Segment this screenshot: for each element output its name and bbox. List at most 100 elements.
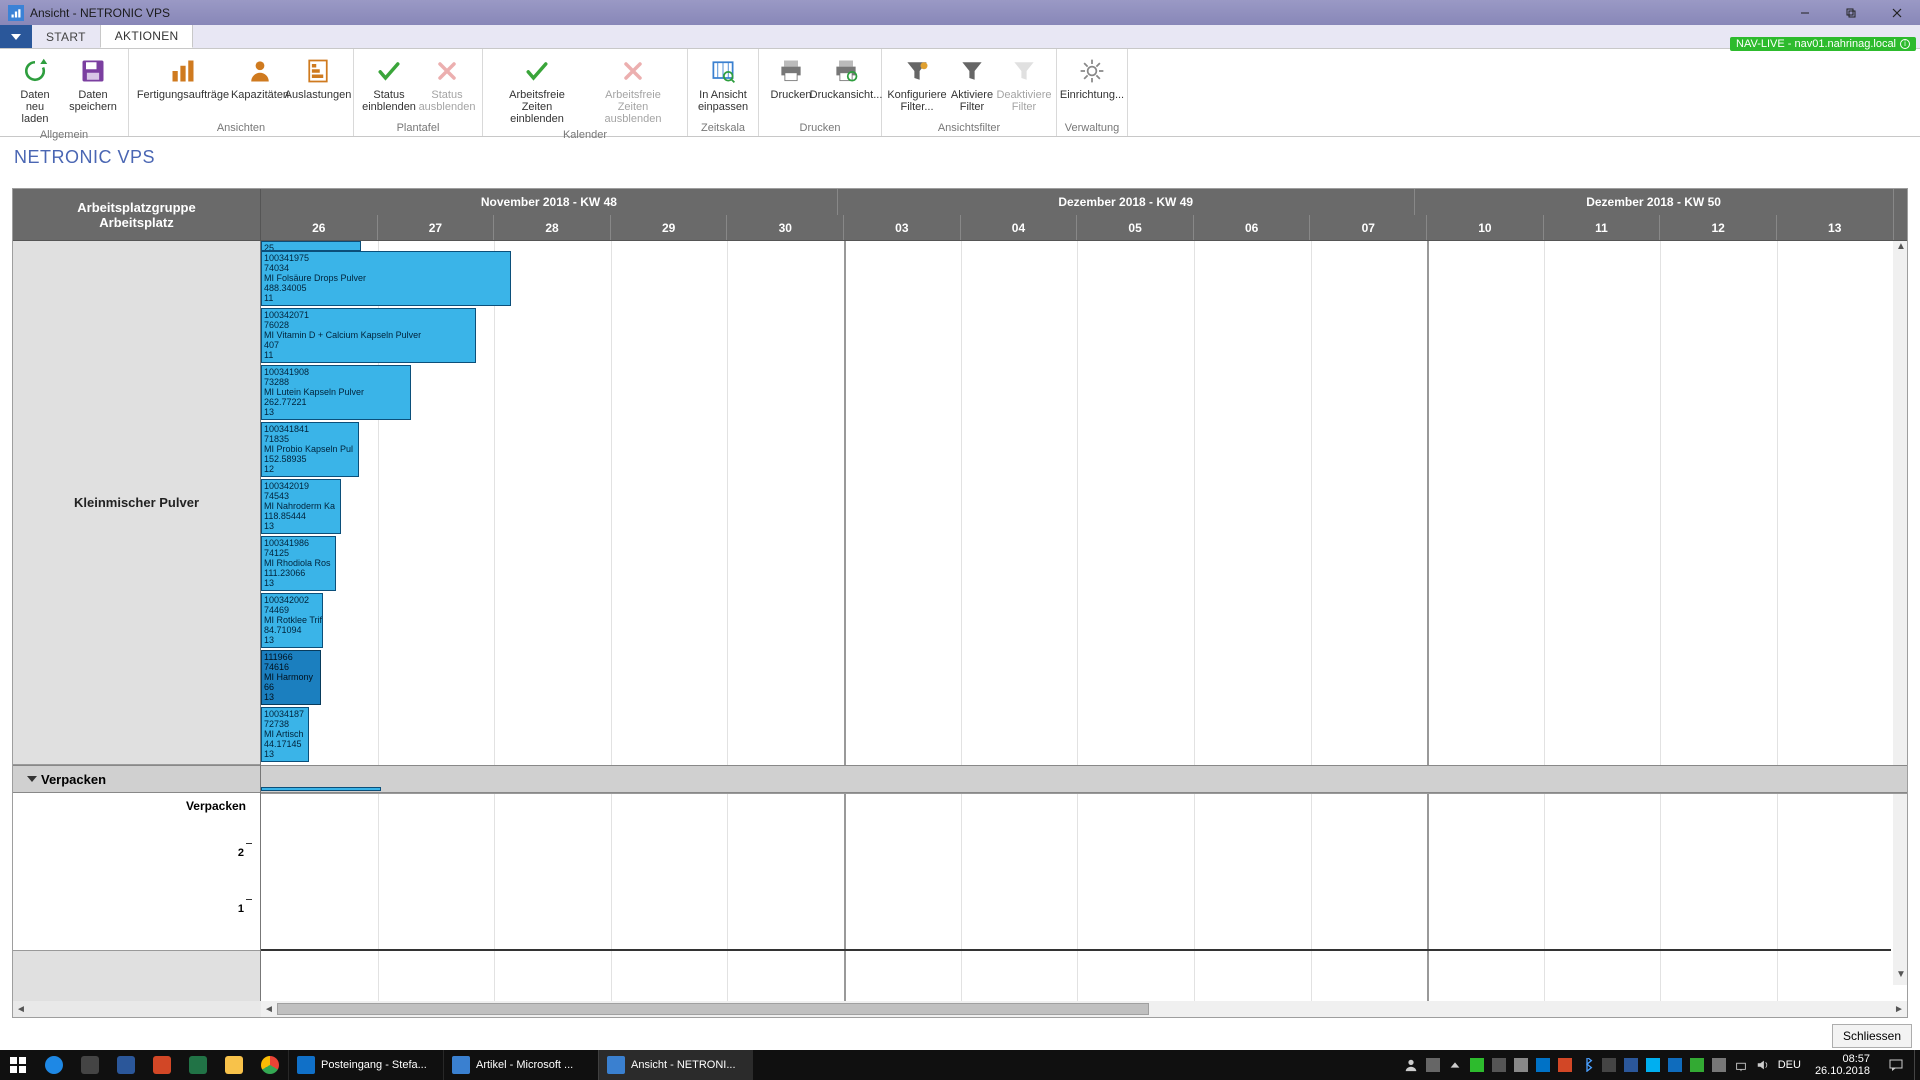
- left-scroll-area[interactable]: ◄: [13, 1001, 261, 1017]
- resource-row-kleinmischer[interactable]: Kleinmischer Pulver: [13, 241, 260, 765]
- gantt-task[interactable]: 10034197574034MI Folsäure Drops Pulver48…: [261, 251, 511, 306]
- gantt-board: Arbeitsplatzgruppe Arbeitsplatz November…: [12, 188, 1908, 1018]
- gantt-task[interactable]: 10034207176028MI Vitamin D + Calcium Kap…: [261, 308, 476, 363]
- y-tick-2: 2: [238, 847, 244, 859]
- taskbar-app[interactable]: Ansicht - NETRONI...: [598, 1050, 753, 1080]
- filter-off-icon: [1010, 53, 1038, 89]
- taskbar-calc-icon[interactable]: [72, 1050, 108, 1080]
- minimize-button[interactable]: [1782, 0, 1828, 25]
- vertical-scrollbar[interactable]: ▲▼: [1893, 241, 1907, 985]
- ribbon-tabstrip: START AKTIONEN: [0, 25, 1920, 49]
- footer: Schliessen: [1832, 1024, 1912, 1048]
- taskbar-powerpoint-icon[interactable]: [144, 1050, 180, 1080]
- daten-speichern-button[interactable]: Daten speichern: [64, 51, 122, 127]
- day-header[interactable]: 04: [961, 215, 1078, 241]
- utilization-icon: [304, 53, 332, 89]
- horizontal-scrollbar[interactable]: ◄ ►: [261, 1001, 1907, 1017]
- tray-bluetooth-icon: [1580, 1058, 1594, 1072]
- gantt-task[interactable]: 10034200274469MI Rotklee Trif84.7109413: [261, 593, 323, 648]
- day-header[interactable]: 12: [1660, 215, 1777, 241]
- day-header[interactable]: 05: [1077, 215, 1194, 241]
- kapazitaeten-button[interactable]: Kapazitäten: [231, 51, 289, 120]
- gantt-task[interactable]: 25: [261, 241, 361, 251]
- tab-start[interactable]: START: [32, 25, 100, 48]
- day-header[interactable]: 13: [1777, 215, 1894, 241]
- tray-icon: [1470, 1058, 1484, 1072]
- collapse-icon: [27, 776, 37, 782]
- start-button[interactable]: [0, 1050, 36, 1080]
- arbeitsfreie-einblenden-button[interactable]: Arbeitsfreie Zeiten einblenden: [489, 51, 585, 127]
- auslastungen-button[interactable]: Auslastungen: [289, 51, 347, 120]
- status-einblenden-button[interactable]: Status einblenden: [360, 51, 418, 120]
- druckansicht-button[interactable]: Druckansicht...: [817, 51, 875, 120]
- day-header[interactable]: 03: [844, 215, 961, 241]
- gantt-task[interactable]: 10034190873288MI Lutein Kapseln Pulver26…: [261, 365, 411, 420]
- day-header[interactable]: 30: [727, 215, 844, 241]
- print-preview-icon: [832, 53, 860, 89]
- drucken-button[interactable]: Drucken: [765, 51, 817, 120]
- tray-up-icon[interactable]: [1448, 1058, 1462, 1072]
- fertigungsauftraege-button[interactable]: Fertigungsaufträge: [135, 51, 231, 120]
- deaktiviere-filter-button: Deaktiviere Filter: [998, 51, 1050, 120]
- day-header[interactable]: 27: [378, 215, 495, 241]
- group-row-verpacken[interactable]: Verpacken: [13, 765, 260, 793]
- taskbar-app[interactable]: Artikel - Microsoft ...: [443, 1050, 598, 1080]
- tab-aktionen[interactable]: AKTIONEN: [100, 25, 194, 48]
- day-header[interactable]: 28: [494, 215, 611, 241]
- week-header: Dezember 2018 - KW 50: [1415, 189, 1894, 215]
- taskbar-edge-icon[interactable]: [36, 1050, 72, 1080]
- tray-icon: [1712, 1058, 1726, 1072]
- day-header[interactable]: 07: [1310, 215, 1427, 241]
- aktiviere-filter-button[interactable]: Aktiviere Filter: [946, 51, 998, 120]
- page-title: NETRONIC VPS: [0, 137, 1920, 172]
- orders-icon: [169, 53, 197, 89]
- taskbar-clock[interactable]: 08:57 26.10.2018: [1807, 1053, 1878, 1077]
- day-header[interactable]: 06: [1194, 215, 1311, 241]
- taskbar-word-icon[interactable]: [108, 1050, 144, 1080]
- filter-icon: [958, 53, 986, 89]
- week-header: Dezember 2018 - KW 49: [838, 189, 1415, 215]
- gantt-task[interactable]: 11196674616MI Harmony6613: [261, 650, 321, 705]
- scrollbar-thumb[interactable]: [277, 1003, 1149, 1015]
- titlebar: Ansicht - NETRONIC VPS NAV-LIVE - nav01.…: [0, 0, 1920, 25]
- windows-taskbar: Posteingang - Stefa...Artikel - Microsof…: [0, 1050, 1920, 1080]
- action-center-icon[interactable]: [1878, 1050, 1914, 1080]
- week-header: November 2018 - KW 48: [261, 189, 838, 215]
- day-header[interactable]: 11: [1544, 215, 1661, 241]
- taskbar-explorer-icon[interactable]: [216, 1050, 252, 1080]
- file-dropdown[interactable]: [0, 25, 32, 48]
- taskbar-excel-icon[interactable]: [180, 1050, 216, 1080]
- day-header[interactable]: 10: [1427, 215, 1544, 241]
- gantt-plan-area[interactable]: ▲▼ 2510034197574034MI Folsäure Drops Pul…: [261, 241, 1907, 1001]
- in-ansicht-einpassen-button[interactable]: In Ansicht einpassen: [694, 51, 752, 120]
- system-tray[interactable]: DEU: [1398, 1058, 1807, 1072]
- maximize-button[interactable]: [1828, 0, 1874, 25]
- day-header[interactable]: 29: [611, 215, 728, 241]
- gantt-task[interactable]: 1003418772738MI Artisch44.1714513: [261, 707, 309, 762]
- app-icon: [297, 1056, 315, 1074]
- app-icon: [607, 1056, 625, 1074]
- konfiguriere-filter-button[interactable]: Konfiguriere Filter...: [888, 51, 946, 120]
- refresh-icon: [21, 53, 49, 89]
- gantt-task[interactable]: 10034184171835MI Probio Kapseln Pul152.5…: [261, 422, 359, 477]
- taskbar-chrome-icon[interactable]: [252, 1050, 288, 1080]
- tray-language[interactable]: DEU: [1778, 1059, 1801, 1071]
- tray-icon: [1492, 1058, 1506, 1072]
- day-header[interactable]: 26: [261, 215, 378, 241]
- gantt-task[interactable]: 10034198674125MI Rhodiola Ros111.2306613: [261, 536, 336, 591]
- tray-person-icon: [1404, 1058, 1418, 1072]
- taskbar-app[interactable]: Posteingang - Stefa...: [288, 1050, 443, 1080]
- tray-outlook-icon: [1536, 1058, 1550, 1072]
- tray-volume-icon[interactable]: [1756, 1058, 1770, 1072]
- tray-network-icon[interactable]: [1734, 1058, 1748, 1072]
- show-desktop-button[interactable]: [1914, 1050, 1920, 1080]
- tray-icon: [1668, 1058, 1682, 1072]
- close-button[interactable]: [1874, 0, 1920, 25]
- daten-neu-laden-button[interactable]: Daten neu laden: [6, 51, 64, 127]
- schliessen-button[interactable]: Schliessen: [1832, 1024, 1912, 1048]
- einrichtung-button[interactable]: Einrichtung...: [1063, 51, 1121, 120]
- app-icon: [8, 5, 24, 21]
- gantt-task[interactable]: 10034201974543MI Nahroderm Ka118.8544413: [261, 479, 341, 534]
- board-corner-header: Arbeitsplatzgruppe Arbeitsplatz: [13, 189, 261, 241]
- timeline-header[interactable]: November 2018 - KW 48Dezember 2018 - KW …: [261, 189, 1907, 241]
